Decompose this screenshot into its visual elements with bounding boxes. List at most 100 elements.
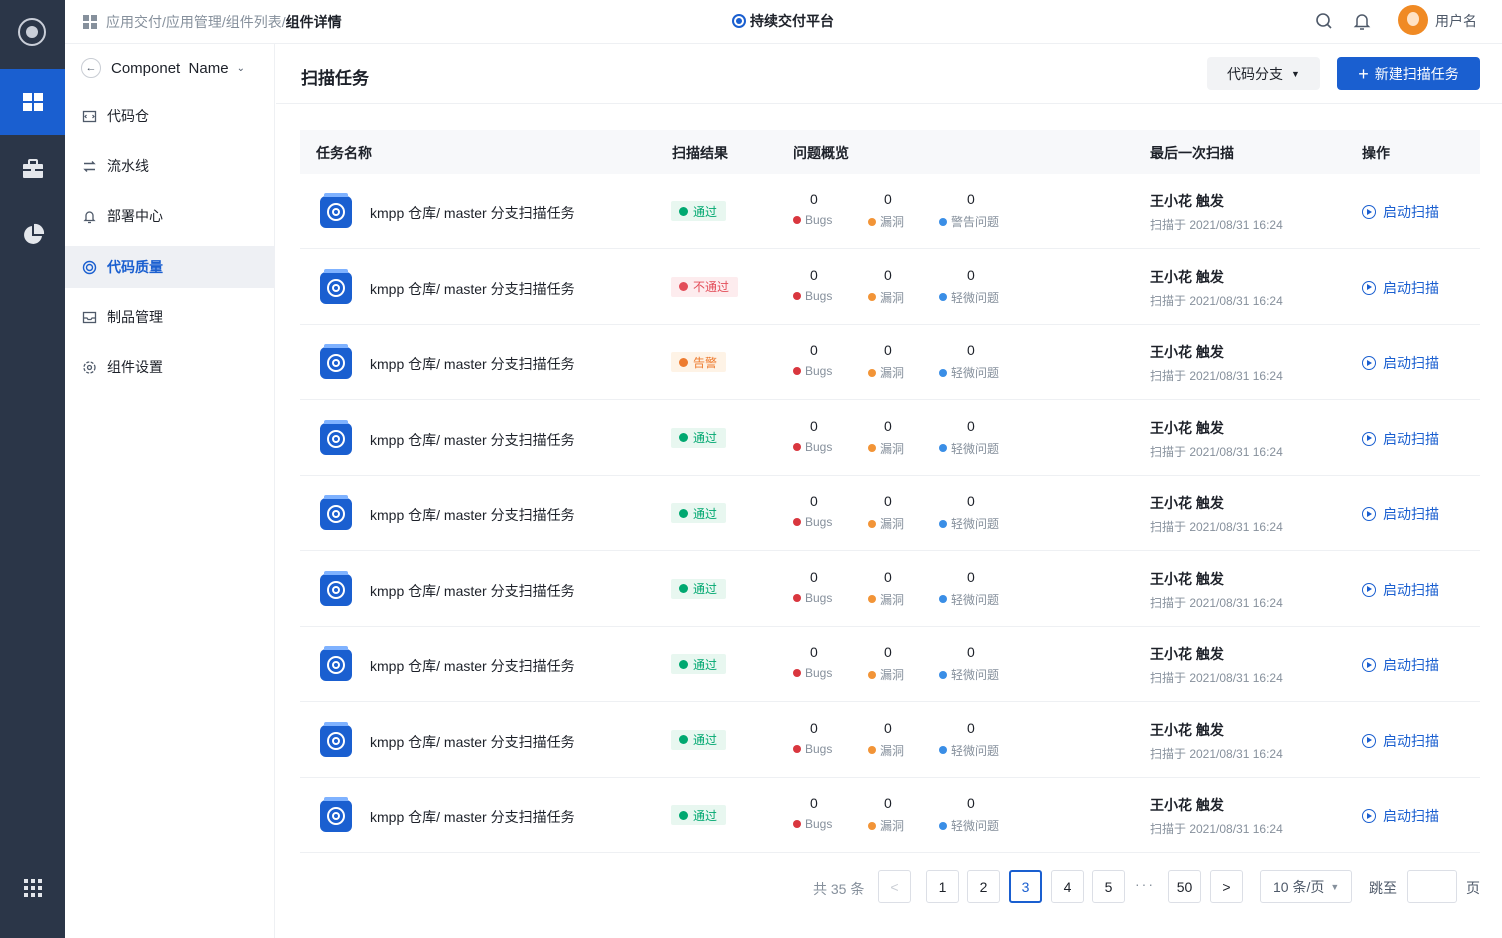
rail-analytics-button[interactable]	[0, 202, 65, 268]
vulns-label: 漏洞	[880, 517, 905, 531]
page-button-3[interactable]: 3	[1009, 870, 1042, 903]
start-scan-button[interactable]: 启动扫描	[1362, 580, 1439, 600]
issues-count: 0	[967, 266, 975, 283]
start-scan-button[interactable]: 启动扫描	[1362, 202, 1439, 222]
page-button-2[interactable]: 2	[967, 870, 1000, 903]
issues-dot-icon	[939, 595, 947, 603]
bugs-label: Bugs	[805, 288, 833, 303]
pagination-ellipsis[interactable]: ···	[1135, 876, 1155, 892]
sidebar-item-artifacts[interactable]: 制品管理	[65, 296, 275, 338]
sidebar-item-label: 代码质量	[107, 259, 163, 275]
new-scan-task-button[interactable]: + 新建扫描任务	[1337, 57, 1480, 90]
sidebar-item-deploy[interactable]: 部署中心	[65, 195, 275, 237]
sidebar-item-settings[interactable]: 组件设置	[65, 346, 275, 388]
scan-task-icon	[320, 797, 352, 832]
branch-select-button[interactable]: 代码分支 ▼	[1207, 57, 1320, 90]
status-badge: 通过	[671, 201, 727, 221]
start-scan-button[interactable]: 启动扫描	[1362, 429, 1439, 449]
issues-label: 轻微问题	[951, 290, 1000, 305]
branch-button-label: 代码分支	[1227, 65, 1284, 82]
sidebar-item-label: 组件设置	[107, 359, 163, 375]
sidebar-item-pipeline[interactable]: 流水线	[65, 145, 275, 187]
status-dot-icon	[679, 206, 688, 216]
scan-task-icon	[320, 646, 352, 681]
start-scan-button[interactable]: 启动扫描	[1362, 806, 1439, 826]
status-label: 不通过	[693, 280, 730, 294]
search-icon[interactable]	[1313, 10, 1335, 32]
start-scan-label: 启动扫描	[1383, 581, 1439, 598]
task-name[interactable]: kmpp 仓库/ master 分支扫描任务	[370, 505, 575, 525]
sidebar-item-repo[interactable]: 代码仓	[65, 95, 275, 137]
issues-label: 轻微问题	[951, 517, 1000, 531]
rail-menu-button[interactable]	[0, 855, 65, 921]
rail-apps-button[interactable]	[0, 69, 65, 135]
task-name[interactable]: kmpp 仓库/ master 分支扫描任务	[370, 430, 575, 450]
rail-toolbox-button[interactable]	[0, 136, 65, 202]
username[interactable]: 用户名	[1435, 11, 1477, 31]
task-name[interactable]: kmpp 仓库/ master 分支扫描任务	[370, 279, 575, 299]
status-dot-icon	[679, 433, 688, 442]
breadcrumb-path[interactable]: 应用交付/应用管理/组件列表/	[106, 12, 286, 32]
last-scan-info: 王小花 触发 扫描于 2021/08/31 16:24	[1150, 418, 1283, 460]
chevron-down-icon: ⌄	[236, 62, 245, 74]
task-name[interactable]: kmpp 仓库/ master 分支扫描任务	[370, 354, 575, 374]
page-button-1[interactable]: 1	[926, 870, 959, 903]
issues-dot-icon	[939, 670, 947, 679]
vulns-count: 0	[884, 266, 892, 283]
start-scan-label: 启动扫描	[1383, 808, 1439, 824]
page-button-last[interactable]: 50	[1168, 870, 1201, 903]
issues-dot-icon	[939, 746, 947, 754]
bugs-count: 0	[810, 795, 818, 811]
start-scan-button[interactable]: 启动扫描	[1362, 353, 1439, 373]
bugs-label: Bugs	[805, 439, 833, 454]
next-page-button[interactable]: >	[1210, 870, 1243, 903]
bugs-label: Bugs	[805, 741, 833, 756]
bugs-dot-icon	[793, 367, 801, 375]
task-name[interactable]: kmpp 仓库/ master 分支扫描任务	[370, 581, 575, 601]
page-size-value: 10 条/页	[1273, 878, 1325, 895]
main-content: 扫描任务 代码分支 ▼ + 新建扫描任务 任务名称 扫描结果 问题概览 最后一次…	[276, 44, 1502, 938]
scan-time: 扫描于 2021/08/31 16:24	[1150, 822, 1283, 836]
table-row: kmpp 仓库/ master 分支扫描任务 通过 0 Bugs 0 漏洞 0 轻微问题 王小花…	[300, 552, 1480, 627]
status-label: 通过	[693, 582, 718, 596]
jump-page-input[interactable]	[1407, 870, 1457, 903]
vulns-metric: 0 漏洞	[868, 644, 904, 683]
table-row: kmpp 仓库/ master 分支扫描任务 通过 0 Bugs 0 漏洞 0 轻微问题 王小花…	[300, 778, 1480, 853]
task-name[interactable]: kmpp 仓库/ master 分支扫描任务	[370, 203, 575, 223]
start-scan-button[interactable]: 启动扫描	[1362, 278, 1439, 298]
pagination-total: 共 35 条	[813, 881, 865, 897]
vulns-metric: 0 漏洞	[868, 493, 904, 532]
issues-metric: 0 轻微问题	[939, 569, 999, 608]
bugs-count: 0	[810, 568, 818, 585]
component-name: Componet Name	[111, 59, 229, 77]
prev-page-button[interactable]: <	[878, 870, 911, 903]
bugs-metric: 0 Bugs	[793, 644, 832, 680]
start-scan-button[interactable]: 启动扫描	[1362, 731, 1439, 751]
apps-grid-icon	[83, 15, 97, 29]
sidebar-item-code-quality[interactable]: 代码质量	[65, 246, 275, 288]
scan-time: 扫描于 2021/08/31 16:24	[1150, 595, 1283, 610]
start-scan-button[interactable]: 启动扫描	[1362, 655, 1439, 675]
vulns-dot-icon	[868, 368, 876, 377]
vulns-label: 漏洞	[880, 290, 905, 305]
bugs-dot-icon	[793, 291, 801, 300]
vulns-metric: 0 漏洞	[868, 569, 904, 608]
page-size-select[interactable]: 10 条/页 ▼	[1260, 870, 1352, 903]
issues-metric: 0 轻微问题	[939, 493, 999, 532]
start-scan-button[interactable]: 启动扫描	[1362, 504, 1439, 524]
page-button-4[interactable]: 4	[1051, 870, 1084, 903]
task-name[interactable]: kmpp 仓库/ master 分支扫描任务	[370, 732, 575, 752]
back-arrow-icon[interactable]: ←	[81, 58, 101, 78]
sidebar-item-label: 制品管理	[107, 309, 163, 325]
task-name[interactable]: kmpp 仓库/ master 分支扫描任务	[370, 807, 575, 827]
component-switcher[interactable]: ← Componet Name ⌄	[81, 58, 245, 78]
notification-bell-icon[interactable]	[1351, 10, 1373, 32]
start-scan-label: 启动扫描	[1383, 506, 1439, 522]
task-name[interactable]: kmpp 仓库/ master 分支扫描任务	[370, 656, 575, 676]
col-task-name: 任务名称	[316, 145, 372, 161]
page-button-5[interactable]: 5	[1092, 870, 1125, 903]
chevron-down-icon: ▼	[1291, 68, 1300, 79]
status-badge: 通过	[671, 578, 727, 599]
avatar[interactable]	[1398, 5, 1428, 35]
table-header: 任务名称 扫描结果 问题概览 最后一次扫描 操作	[300, 130, 1480, 174]
